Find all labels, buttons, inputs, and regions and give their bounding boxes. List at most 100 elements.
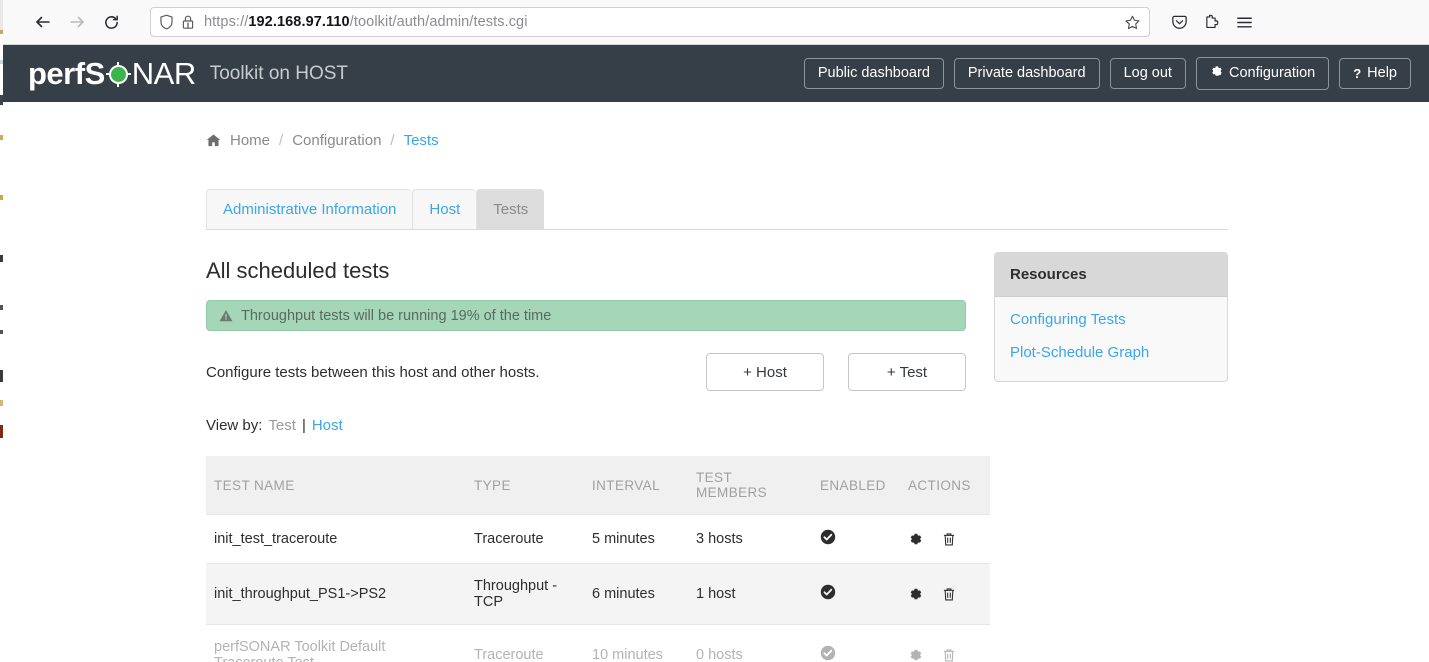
cell-interval: 10 minutes	[584, 624, 688, 662]
public-dashboard-label: Public dashboard	[817, 65, 930, 82]
extensions-puzzle-icon[interactable]	[1203, 13, 1221, 31]
cell-enabled	[812, 624, 900, 662]
table-header: Test Name Type Interval Test Members Ena…	[206, 456, 990, 515]
cell-enabled	[812, 563, 900, 625]
resource-link-configuring-tests[interactable]: Configuring Tests	[1010, 311, 1212, 328]
breadcrumb-home[interactable]: Home	[230, 132, 270, 149]
cell-type: Traceroute	[466, 514, 584, 564]
edit-test-gear-icon[interactable]	[908, 648, 923, 662]
table-row[interactable]: init_test_traceroute Traceroute 5 minute…	[206, 514, 990, 564]
tab-tests[interactable]: Tests	[476, 189, 545, 229]
background-window-sliver	[0, 0, 3, 662]
tab-filler	[544, 189, 1228, 229]
gear-icon	[1210, 65, 1223, 82]
breadcrumb: Home / Configuration / Tests	[206, 132, 1429, 149]
cell-interval: 6 minutes	[584, 563, 688, 625]
cell-test-members: 3 hosts	[688, 514, 812, 564]
insecure-connection-icon[interactable]	[181, 14, 195, 30]
edit-test-gear-icon[interactable]	[908, 587, 923, 602]
resources-title: Resources	[995, 253, 1227, 297]
cell-type: Traceroute	[466, 624, 584, 662]
view-by-control: View by: Test | Host	[206, 417, 966, 434]
configure-row: Configure tests between this host and ot…	[206, 353, 966, 391]
app-header: perfS NAR Toolkit on HOST Public dashboa…	[0, 45, 1429, 102]
check-circle-icon	[820, 529, 836, 549]
check-circle-icon	[820, 584, 836, 604]
delete-test-trash-icon[interactable]	[942, 587, 956, 602]
private-dashboard-button[interactable]: Private dashboard	[953, 58, 1100, 89]
cell-actions	[900, 563, 990, 625]
question-mark-icon: ?	[1353, 66, 1362, 81]
private-dashboard-label: Private dashboard	[967, 65, 1086, 82]
table-body: init_test_traceroute Traceroute 5 minute…	[206, 514, 990, 662]
tab-label: Administrative Information	[223, 201, 397, 218]
cell-actions	[900, 514, 990, 564]
header-actions: Public dashboard Private dashboard Log o…	[803, 57, 1411, 90]
throughput-alert: Throughput tests will be running 19% of …	[206, 300, 966, 331]
view-by-test[interactable]: Test	[268, 417, 296, 434]
pocket-icon[interactable]	[1170, 13, 1189, 32]
view-by-label: View by:	[206, 417, 263, 434]
cell-test-name: perfSONAR Toolkit Default Traceroute Tes…	[206, 624, 466, 662]
logo-text-suffix: NAR	[131, 55, 196, 91]
add-test-button[interactable]: + Test	[848, 353, 966, 391]
logo-text-prefix: perfS	[28, 55, 105, 91]
tab-bar: Administrative Information Host Tests	[206, 189, 1228, 230]
view-by-host[interactable]: Host	[312, 417, 343, 434]
cell-test-name: init_test_traceroute	[206, 514, 466, 564]
configuration-button[interactable]: Configuration	[1195, 57, 1330, 90]
tracking-protection-shield-icon[interactable]	[159, 14, 174, 30]
resource-link-plot-schedule-graph[interactable]: Plot-Schedule Graph	[1010, 344, 1212, 361]
forward-button[interactable]	[62, 7, 92, 37]
hamburger-menu-icon[interactable]	[1235, 13, 1254, 32]
add-buttons: + Host + Test	[706, 353, 966, 391]
column-header-enabled: Enabled	[812, 456, 900, 515]
browser-toolbar: https://192.168.97.110/toolkit/auth/admi…	[0, 0, 1429, 45]
breadcrumb-separator: /	[279, 132, 284, 149]
breadcrumb-configuration[interactable]: Configuration	[292, 132, 381, 149]
add-host-button[interactable]: + Host	[706, 353, 824, 391]
url-text: https://192.168.97.110/toolkit/auth/admi…	[204, 14, 528, 30]
alert-text: Throughput tests will be running 19% of …	[241, 307, 552, 324]
reload-button[interactable]	[96, 7, 126, 37]
back-button[interactable]	[28, 7, 58, 37]
cell-type: Throughput - TCP	[466, 563, 584, 625]
warning-triangle-icon	[219, 309, 233, 323]
tab-label: Tests	[493, 201, 529, 218]
delete-test-trash-icon[interactable]	[942, 532, 956, 547]
perfsonar-logo[interactable]: perfS NAR	[28, 56, 196, 92]
resources-panel: Resources Configuring Tests Plot-Schedul…	[994, 252, 1228, 382]
main-column: All scheduled tests Throughput tests wil…	[206, 230, 990, 662]
logout-button[interactable]: Log out	[1109, 58, 1186, 89]
breadcrumb-tests[interactable]: Tests	[404, 132, 439, 149]
table-row[interactable]: perfSONAR Toolkit Default Traceroute Tes…	[206, 624, 990, 662]
cell-test-members: 1 host	[688, 563, 812, 625]
logout-label: Log out	[1123, 65, 1172, 82]
configuration-label: Configuration	[1228, 65, 1316, 82]
column-header-actions: Actions	[900, 456, 990, 515]
home-icon	[206, 133, 221, 148]
table-row[interactable]: init_throughput_PS1->PS2 Throughput - TC…	[206, 563, 990, 625]
help-button[interactable]: ? Help	[1339, 58, 1411, 89]
configure-description: Configure tests between this host and ot…	[206, 363, 540, 381]
url-bar[interactable]: https://192.168.97.110/toolkit/auth/admi…	[150, 7, 1150, 37]
check-circle-icon	[820, 645, 836, 662]
content-wrapper: All scheduled tests Throughput tests wil…	[206, 230, 1429, 662]
cell-actions	[900, 624, 990, 662]
view-by-separator: |	[301, 417, 306, 434]
page-title: All scheduled tests	[206, 258, 390, 283]
tab-host[interactable]: Host	[412, 189, 477, 229]
bookmark-star-icon[interactable]	[1114, 14, 1141, 31]
cell-interval: 5 minutes	[584, 514, 688, 564]
edit-test-gear-icon[interactable]	[908, 532, 923, 547]
cell-enabled	[812, 514, 900, 564]
cell-test-members: 0 hosts	[688, 624, 812, 662]
cell-test-name: init_throughput_PS1->PS2	[206, 563, 466, 625]
delete-test-trash-icon[interactable]	[942, 648, 956, 662]
toolkit-title: Toolkit on HOST	[209, 62, 349, 84]
tab-administrative-information[interactable]: Administrative Information	[206, 189, 413, 229]
browser-chrome-actions	[1170, 13, 1254, 32]
public-dashboard-button[interactable]: Public dashboard	[803, 58, 944, 89]
column-header-type: Type	[466, 456, 584, 515]
table-header-row: Test Name Type Interval Test Members Ena…	[206, 456, 990, 515]
